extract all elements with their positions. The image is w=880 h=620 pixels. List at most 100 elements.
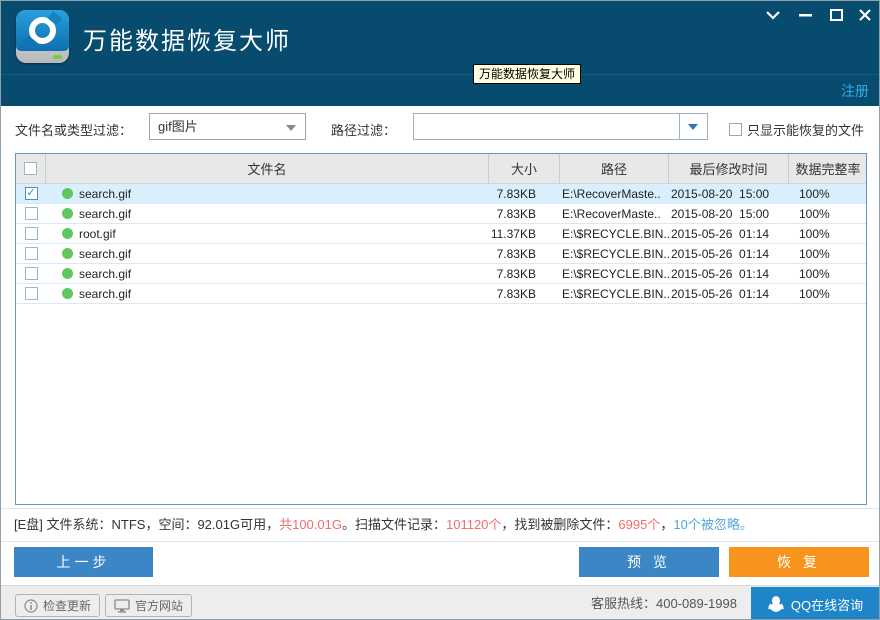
file-name-cell: search.gif [46,287,489,301]
table-row[interactable]: ✓ search.gif 7.83KB E:\RecoverMaste.. 2015-0… [16,184,866,204]
qq-chat-label: QQ在线咨询 [790,597,864,613]
row-checkbox[interactable] [16,247,46,260]
status-segment: 101120个 [445,517,502,532]
file-name-cell: search.gif [46,247,489,261]
file-size-cell: 7.83KB [496,286,536,301]
file-path-cell: E:\$RECYCLE.BIN.. [562,246,669,261]
file-path-cell: E:\RecoverMaste.. [562,186,661,201]
file-name-cell: search.gif [46,207,489,221]
table-row[interactable]: search.gif 7.83KB E:\$RECYCLE.BIN.. 2015-05… [16,264,866,284]
file-name-text: search.gif [79,286,132,301]
preview-button[interactable]: 预 览 [579,547,719,577]
qq-penguin-icon [768,596,784,612]
column-header-path[interactable]: 路径 [560,154,669,183]
status-dot-icon [62,188,73,199]
file-integrity-cell: 100% [799,286,830,301]
file-path-cell: E:\$RECYCLE.BIN.. [562,286,669,301]
file-path-cell: E:\RecoverMaste.. [562,206,661,221]
only-recoverable-checkbox[interactable]: 只显示能恢复的文件 [729,120,864,139]
dropdown-arrow-icon [286,125,296,131]
qq-chat-button[interactable]: QQ在线咨询 [751,587,879,619]
app-window: 万能数据恢复大师 注册 万能数据恢复大师 文件名或类型过滤： gif图片 路径过… [0,0,880,620]
file-modified-cell: 2015-05-26 01:14 [671,226,770,241]
file-size-cell: 11.37KB [490,226,536,241]
status-bar: [E盘] 文件系统：NTFS，空间：92.01G可用，共100.01G。扫描文件… [1,508,879,542]
recover-button[interactable]: 恢 复 [729,547,869,577]
status-segment: 。扫描文件记录： [341,517,446,532]
row-checkbox[interactable] [16,287,46,300]
sub-bar: 注册 [1,74,879,106]
status-dot-icon [62,268,73,279]
maximize-button[interactable] [825,6,847,24]
file-modified-cell: 2015-08-20 15:00 [671,186,770,201]
status-dot-icon [62,248,73,259]
path-dropdown-button[interactable] [679,114,707,139]
column-header-size[interactable]: 大小 [489,154,560,183]
status-segment: 6995个 [618,517,661,532]
file-modified-cell: 2015-05-26 01:14 [671,266,770,281]
file-name-text: search.gif [79,266,132,281]
path-filter-combobox[interactable] [413,113,708,140]
file-size-cell: 7.83KB [496,206,536,221]
checkbox-icon: ✓ [24,187,38,200]
file-name-text: search.gif [79,246,132,261]
file-size-cell: 7.83KB [496,246,536,261]
row-checkbox[interactable]: ✓ [16,187,46,200]
app-logo-icon [16,10,69,63]
name-filter-label: 文件名或类型过滤： [15,123,133,138]
table-body: ✓ search.gif 7.83KB E:\RecoverMaste.. 2015-0… [16,184,866,304]
table-row[interactable]: search.gif 7.83KB E:\$RECYCLE.BIN.. 2015-05… [16,244,866,264]
row-checkbox[interactable] [16,207,46,220]
table-row[interactable]: search.gif 7.83KB E:\RecoverMaste.. 2015-08… [16,204,866,224]
file-integrity-cell: 100% [799,246,830,261]
file-modified-cell: 2015-05-26 01:14 [671,286,770,301]
file-size-cell: 7.83KB [496,186,536,201]
row-checkbox[interactable] [16,267,46,280]
file-path-cell: E:\$RECYCLE.BIN.. [562,226,669,241]
official-site-button[interactable]: 官方网站 [105,594,193,617]
tooltip: 万能数据恢复大师 [473,64,582,84]
table-header: 文件名 大小 路径 最后修改时间 数据完整率 [16,154,866,184]
hotline-text: 客服热线：400-089-1998 [591,596,737,611]
footer-bar: 检查更新 官方网站 客服热线：400-089-1998 QQ在线咨询 [1,585,879,619]
column-header-integrity[interactable]: 数据完整率 [789,154,867,183]
table-row[interactable]: search.gif 7.83KB E:\$RECYCLE.BIN.. 2015-05… [16,284,866,304]
file-name-text: search.gif [79,186,132,201]
official-site-label: 官方网站 [135,599,184,613]
title-bar: 万能数据恢复大师 [1,1,879,74]
file-integrity-cell: 100% [799,206,830,221]
file-table: 文件名 大小 路径 最后修改时间 数据完整率 ✓ search.gif 7.83KB… [15,153,867,505]
register-link[interactable]: 注册 [841,81,869,101]
select-all-checkbox[interactable] [16,154,46,183]
close-button[interactable] [854,6,876,24]
column-header-modified[interactable]: 最后修改时间 [669,154,789,183]
table-row[interactable]: root.gif 11.37KB E:\$RECYCLE.BIN.. 2015-05-… [16,224,866,244]
previous-step-button[interactable]: 上一步 [14,547,153,577]
file-type-dropdown[interactable]: gif图片 [149,113,306,140]
check-update-label: 检查更新 [43,599,92,613]
status-segment: ， [660,517,674,532]
checkbox-icon [24,247,38,260]
file-name-text: search.gif [79,206,132,221]
checkbox-icon [729,123,742,136]
checkbox-icon [24,207,38,220]
file-integrity-cell: 100% [799,266,830,281]
minimize-button[interactable] [794,6,816,24]
drive-led-icon [53,55,62,59]
status-text: [E盘] 文件系统：NTFS，空间：92.01G可用，共100.01G。扫描文件… [14,517,753,532]
checkbox-icon [24,267,38,280]
file-name-cell: root.gif [46,227,489,241]
file-integrity-cell: 100% [799,186,830,201]
checkbox-icon [24,227,38,240]
info-icon [24,598,38,613]
file-name-cell: search.gif [46,187,489,201]
monitor-icon [114,598,130,613]
check-update-button[interactable]: 检查更新 [15,594,101,617]
path-filter-label: 路径过滤： [331,123,397,138]
status-segment: ，找到被删除文件： [501,517,619,532]
row-checkbox[interactable] [16,227,46,240]
chevron-down-icon[interactable] [762,6,784,24]
column-header-filename[interactable]: 文件名 [46,154,489,183]
file-modified-cell: 2015-08-20 15:00 [671,206,770,221]
status-dot-icon [62,208,73,219]
